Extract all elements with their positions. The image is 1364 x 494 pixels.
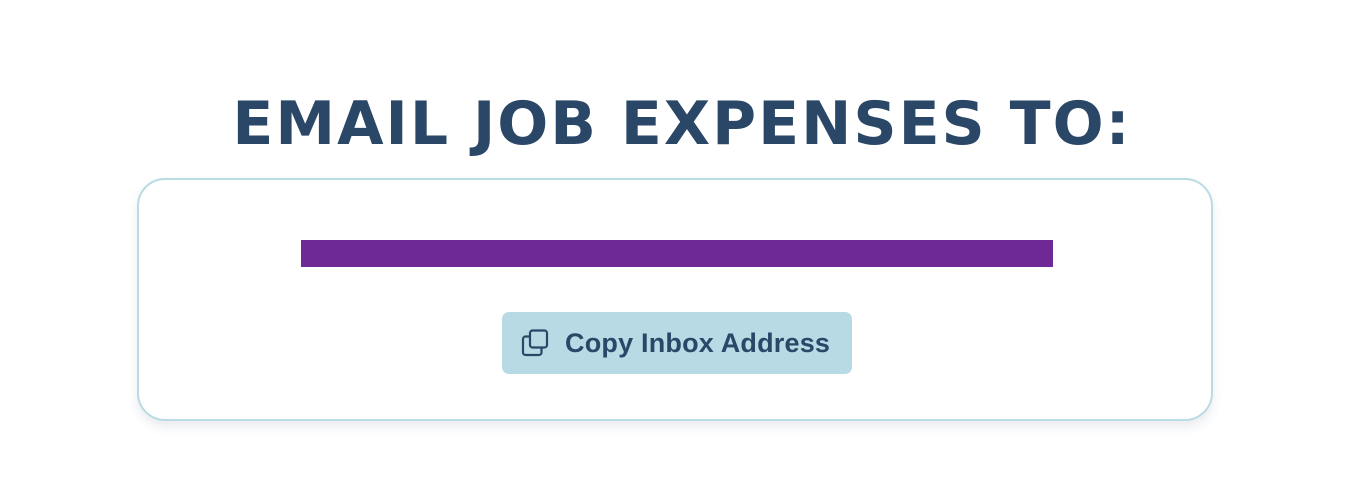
redaction-bar	[301, 240, 1053, 267]
inbox-address-card: Copy Inbox Address	[137, 178, 1213, 421]
inbox-address[interactable]	[301, 240, 1053, 270]
page-title: EMAIL JOB EXPENSES TO:	[232, 89, 1132, 159]
copy-button-label: Copy Inbox Address	[565, 327, 831, 358]
copy-icon	[520, 328, 550, 358]
copy-inbox-address-button[interactable]: Copy Inbox Address	[502, 312, 852, 374]
